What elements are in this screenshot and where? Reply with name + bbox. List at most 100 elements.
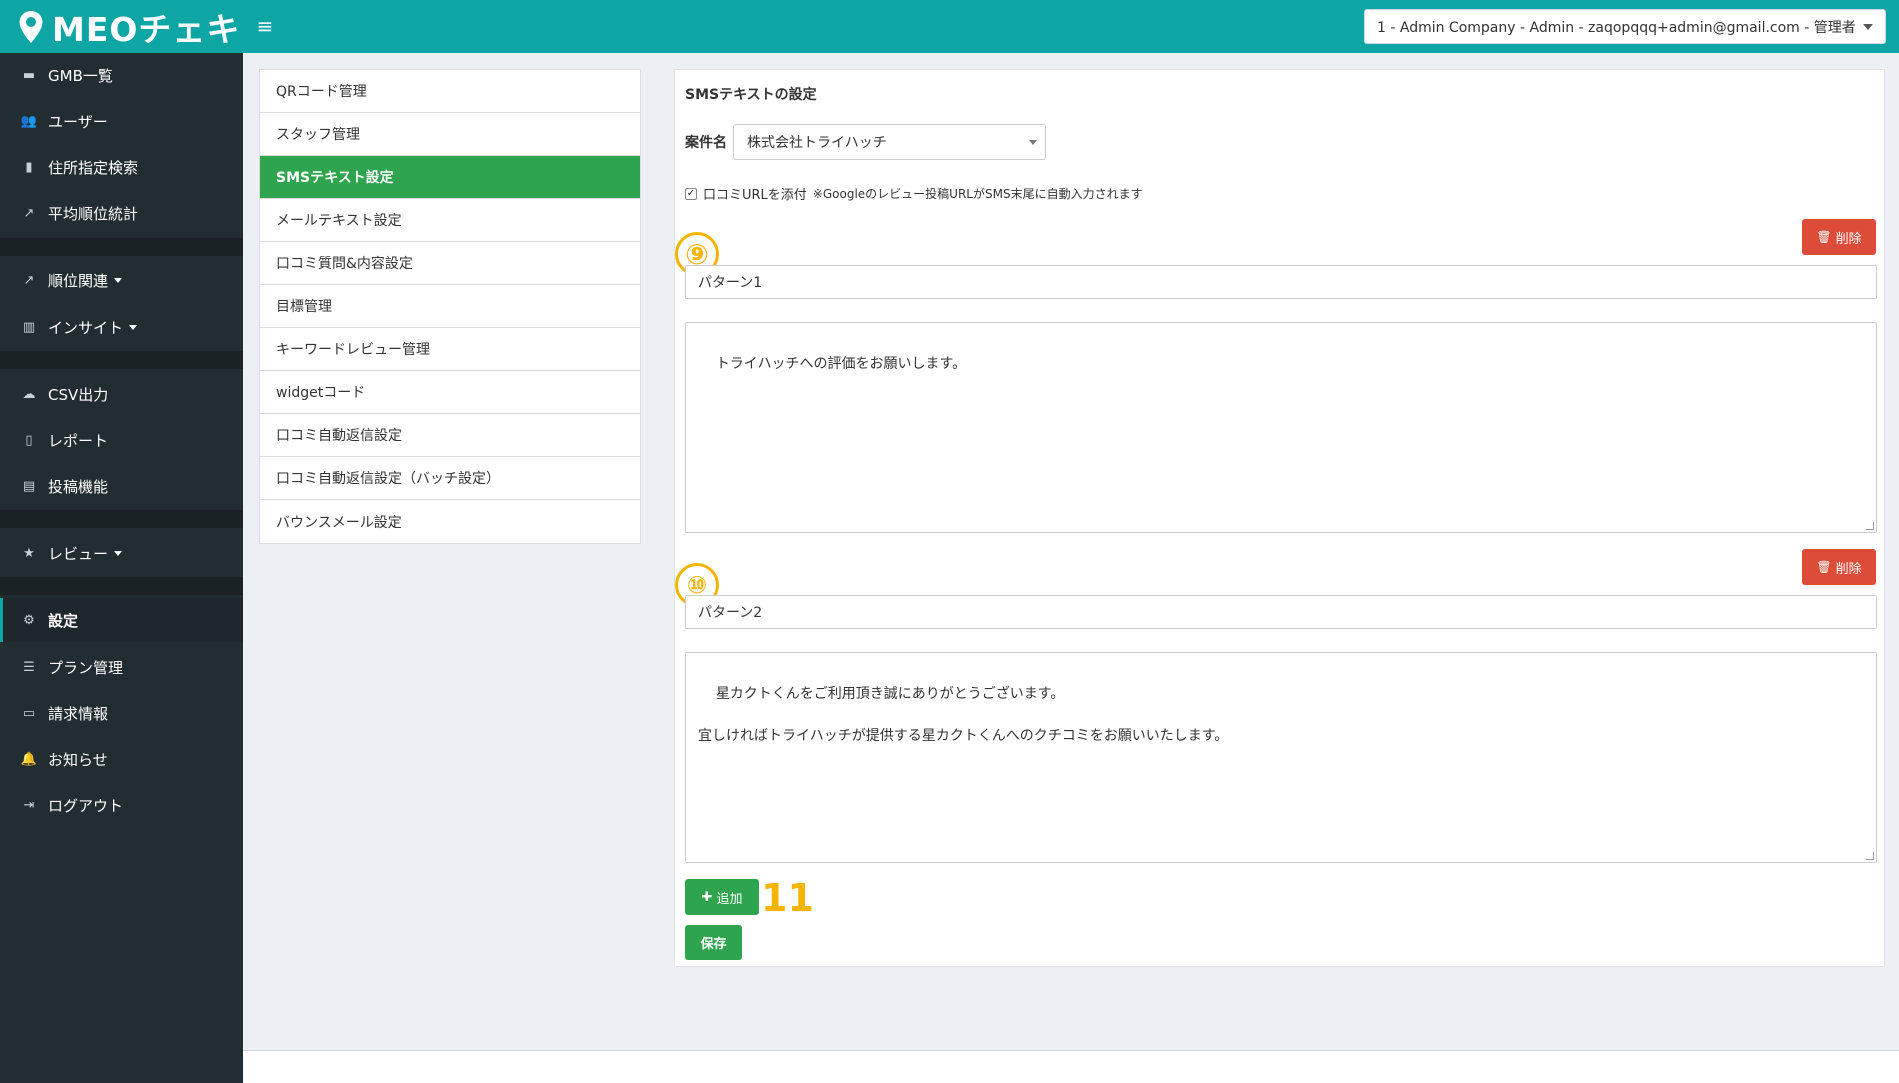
sidebar-item-post[interactable]: ▤ 投稿機能 — [0, 464, 243, 508]
sidebar-item-label: レビュー — [48, 544, 109, 563]
sidebar-item-label: CSV出力 — [48, 385, 109, 404]
delete-pattern-button[interactable]: 🗑 削除 — [1802, 549, 1876, 585]
sidebar-item-notifications[interactable]: 🔔 お知らせ — [0, 737, 243, 781]
resize-handle-icon[interactable] — [1866, 852, 1874, 860]
sidebar-item-average-rank[interactable]: ↗ 平均順位統計 — [0, 191, 243, 235]
attach-url-checkbox[interactable]: ✓ — [685, 187, 697, 200]
sidebar-toggle-icon[interactable]: ≡ — [254, 14, 276, 38]
line-chart-icon: ↗ — [23, 205, 35, 221]
line-chart-icon: ↗ — [23, 272, 35, 288]
account-select-value: 1 - Admin Company - Admin - zaqopqqq+adm… — [1377, 19, 1856, 36]
pattern-name-input[interactable]: パターン1 — [685, 265, 1877, 299]
map-pin-icon — [19, 10, 43, 43]
delete-pattern-button[interactable]: 🗑 削除 — [1802, 219, 1876, 255]
caret-down-icon — [114, 550, 123, 556]
plus-icon: ✚ — [701, 889, 713, 905]
logo-text: MEOチェキ — [52, 9, 241, 49]
attach-url-label: 口コミURLを添付 — [703, 188, 807, 203]
pattern-text-textarea[interactable]: トライハッチへの評価をお願いします。 — [685, 322, 1877, 533]
briefcase-icon: ▬ — [22, 67, 36, 83]
attach-url-note: ※Googleのレビュー投稿URLがSMS末尾に自動入力されます — [812, 187, 1143, 201]
sidebar-separator — [0, 510, 243, 528]
gear-icon: ⚙ — [23, 612, 35, 628]
sidebar-item-plan[interactable]: ☰ プラン管理 — [0, 645, 243, 689]
pattern-name-input[interactable]: パターン2 — [685, 595, 1877, 629]
sidebar-item-review[interactable]: ★ レビュー — [0, 531, 243, 575]
resize-handle-icon[interactable] — [1866, 522, 1874, 530]
sidebar-item-settings[interactable]: ⚙ 設定 — [0, 598, 243, 642]
chevron-down-icon — [1863, 24, 1873, 30]
sidebar-item-label: 請求情報 — [48, 704, 109, 723]
add-pattern-button[interactable]: ✚ 追加 — [685, 879, 759, 915]
sidebar-item-label: 投稿機能 — [48, 477, 109, 496]
sidebar-item-logout[interactable]: ⇥ ログアウト — [0, 783, 243, 827]
sidebar-item-report[interactable]: ▯ レポート — [0, 418, 243, 462]
sidebar-item-billing[interactable]: ▭ 請求情報 — [0, 691, 243, 735]
sidebar: ▬ GMB一覧 👥 ユーザー ▮ 住所指定検索 ↗ 平均順位統計 ↗ 順位関連 … — [0, 53, 243, 1083]
settings-menu-item[interactable]: 口コミ質問&内容設定 — [260, 242, 640, 285]
sidebar-item-label: 住所指定検索 — [48, 158, 139, 177]
settings-menu-item[interactable]: 口コミ自動返信設定 — [260, 414, 640, 457]
cloud-download-icon: ☁ — [22, 386, 36, 402]
settings-menu-item[interactable]: バウンスメール設定 — [260, 500, 640, 543]
file-icon: ▯ — [25, 432, 33, 448]
sidebar-item-label: 順位関連 — [48, 271, 109, 290]
sidebar-separator — [0, 238, 243, 256]
sidebar-item-label: インサイト — [48, 318, 124, 337]
sidebar-item-insight[interactable]: ▥ インサイト — [0, 305, 243, 349]
settings-menu: QRコード管理 スタッフ管理 SMSテキスト設定 メールテキスト設定 口コミ質問… — [259, 69, 641, 544]
sidebar-item-label: ユーザー — [48, 112, 108, 131]
app-logo[interactable]: MEOチェキ — [0, 0, 243, 53]
map-icon: ▮ — [25, 159, 33, 175]
caret-down-icon — [114, 277, 123, 283]
sidebar-item-rank-related[interactable]: ↗ 順位関連 — [0, 258, 243, 302]
settings-menu-item[interactable]: 口コミ自動返信設定（バッチ設定） — [260, 457, 640, 500]
page-title: SMSテキストの設定 — [685, 87, 817, 103]
bell-icon: 🔔 — [20, 751, 38, 767]
sidebar-item-label: GMB一覧 — [48, 66, 113, 85]
pattern-text: トライハッチへの評価をお願いします。 — [715, 356, 967, 372]
settings-menu-item[interactable]: メールテキスト設定 — [260, 199, 640, 242]
newspaper-icon: ▤ — [22, 478, 36, 494]
sidebar-separator — [0, 351, 243, 369]
case-select[interactable]: 株式会社トライハッチ — [733, 124, 1046, 160]
sign-out-icon: ⇥ — [23, 797, 35, 813]
case-label: 案件名 — [685, 135, 727, 151]
sms-settings-panel: SMSテキストの設定 案件名 株式会社トライハッチ ✓ 口コミURLを添付 ※G… — [674, 69, 1885, 967]
sidebar-item-users[interactable]: 👥 ユーザー — [0, 99, 243, 143]
footer — [243, 1050, 1899, 1083]
sidebar-item-gmb[interactable]: ▬ GMB一覧 — [0, 53, 243, 97]
sidebar-separator — [0, 577, 243, 595]
account-select[interactable]: 1 - Admin Company - Admin - zaqopqqq+adm… — [1364, 9, 1886, 44]
credit-card-icon: ▭ — [22, 705, 36, 721]
add-button-label: 追加 — [716, 891, 743, 907]
case-select-value: 株式会社トライハッチ — [747, 135, 887, 151]
settings-menu-item[interactable]: スタッフ管理 — [260, 113, 640, 156]
settings-menu-item[interactable]: widgetコード — [260, 371, 640, 414]
pattern-text: 星カクトくんをご利用頂き誠にありがとうございます。 宜しければトライハッチが提供… — [698, 686, 1229, 744]
settings-menu-item[interactable]: キーワードレビュー管理 — [260, 328, 640, 371]
users-icon: 👥 — [20, 113, 38, 129]
delete-button-label: 削除 — [1835, 561, 1862, 577]
save-button[interactable]: 保存 — [685, 925, 742, 960]
settings-menu-item[interactable]: 目標管理 — [260, 285, 640, 328]
trash-icon: 🗑 — [1816, 560, 1832, 574]
sidebar-item-label: レポート — [48, 431, 109, 450]
chevron-down-icon — [1029, 140, 1037, 145]
delete-button-label: 削除 — [1835, 231, 1862, 247]
star-icon: ★ — [23, 545, 35, 561]
bar-chart-icon: ▥ — [22, 319, 36, 335]
pattern-text-textarea[interactable]: 星カクトくんをご利用頂き誠にありがとうございます。 宜しければトライハッチが提供… — [685, 652, 1877, 863]
list-icon: ☰ — [23, 659, 35, 675]
sidebar-item-csv[interactable]: ☁ CSV出力 — [0, 372, 243, 416]
settings-menu-item-active[interactable]: SMSテキスト設定 — [260, 156, 640, 199]
attach-url-row: ✓ 口コミURLを添付 ※Googleのレビュー投稿URLがSMS末尾に自動入力… — [685, 184, 1143, 203]
sidebar-item-label: お知らせ — [48, 750, 108, 769]
sidebar-item-label: プラン管理 — [48, 658, 124, 677]
caret-down-icon — [129, 324, 138, 330]
sidebar-item-label: 設定 — [48, 611, 79, 630]
sidebar-item-label: ログアウト — [48, 796, 124, 815]
sidebar-item-address-search[interactable]: ▮ 住所指定検索 — [0, 145, 243, 189]
sidebar-item-label: 平均順位統計 — [48, 204, 139, 223]
settings-menu-item[interactable]: QRコード管理 — [260, 70, 640, 113]
